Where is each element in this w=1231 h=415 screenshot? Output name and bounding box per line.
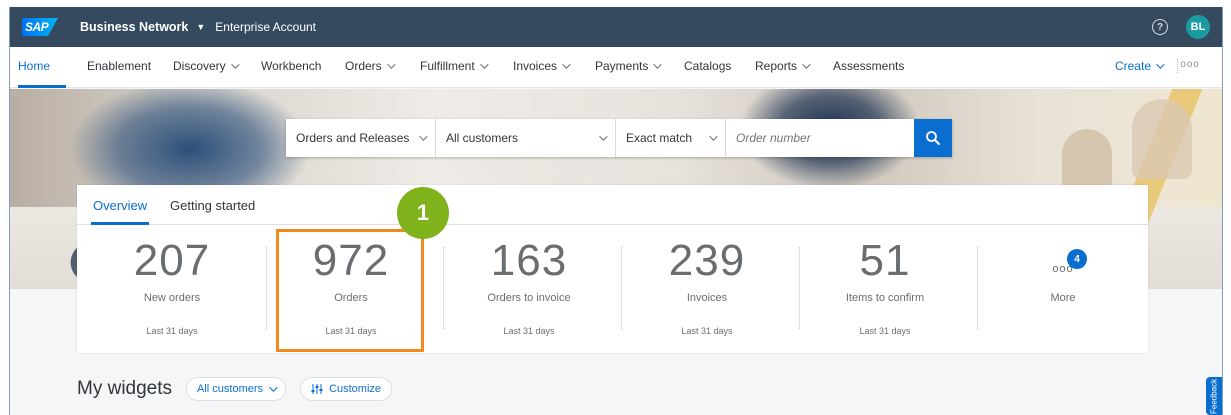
- caret-down-icon: ▼: [196, 22, 206, 32]
- chevron-down-icon: [709, 132, 718, 141]
- nav-enablement[interactable]: Enablement: [87, 59, 151, 73]
- nav-catalogs[interactable]: Catalogs: [684, 59, 731, 73]
- chevron-down-icon: [562, 60, 571, 69]
- chevron-down-icon: [1156, 60, 1165, 69]
- chevron-down-icon: [802, 60, 811, 69]
- tile-label: Items to confirm: [845, 292, 925, 304]
- nav-label: Catalogs: [684, 59, 732, 73]
- shell-bar: SAP Business Network ▼ Enterprise Accoun…: [10, 7, 1222, 47]
- nav-label: Workbench: [261, 59, 322, 73]
- tile-invoices[interactable]: 239 Invoices Last 31 days: [618, 237, 796, 347]
- tile-label: Orders to invoice: [487, 292, 571, 304]
- customer-value: All customers: [446, 131, 519, 145]
- tile-value: 239: [668, 236, 746, 285]
- match-value: Exact match: [626, 131, 693, 145]
- tab-active-indicator: [91, 222, 149, 225]
- tile-items-to-confirm[interactable]: 51 Items to confirm Last 31 days: [796, 237, 974, 347]
- search-type-value: Orders and Releases: [296, 131, 410, 145]
- more-icon-wrap: ooo 4: [974, 237, 1152, 285]
- match-select[interactable]: Exact match: [616, 119, 726, 157]
- order-number-input[interactable]: [726, 119, 914, 157]
- customer-select[interactable]: All customers: [436, 119, 616, 157]
- widgets-header: My widgets All customers Customize: [77, 377, 393, 401]
- tile-period: Last 31 days: [146, 326, 198, 336]
- toolbar-separator: [1177, 59, 1178, 73]
- sliders-icon: [311, 384, 323, 394]
- widgets-title: My widgets: [77, 378, 173, 399]
- tile-label: New orders: [143, 292, 201, 304]
- nav-reports[interactable]: Reports: [755, 59, 811, 73]
- search-bar: Orders and Releases All customers Exact …: [286, 119, 952, 157]
- chevron-down-icon: [269, 383, 278, 392]
- nav-discovery[interactable]: Discovery: [173, 59, 240, 73]
- step-number-badge: 1: [397, 187, 449, 239]
- notification-badge: 4: [1067, 249, 1087, 269]
- nav-label: Invoices: [513, 59, 558, 73]
- sap-logo[interactable]: SAP: [22, 18, 58, 36]
- product-switcher[interactable]: Business Network ▼: [80, 20, 205, 34]
- tab-overview[interactable]: Overview: [93, 198, 147, 213]
- orders-highlight-box: [276, 229, 424, 352]
- user-avatar[interactable]: BL: [1186, 15, 1210, 39]
- nav-active-indicator: [18, 85, 66, 88]
- tile-value: 51: [859, 236, 911, 285]
- nav-label: Home: [18, 59, 51, 73]
- more-options-icon[interactable]: ooo: [1180, 59, 1200, 70]
- chevron-down-icon: [230, 60, 240, 69]
- tile-label: Invoices: [686, 292, 728, 304]
- chevron-down-icon: [479, 60, 489, 69]
- chevron-down-icon: [419, 132, 428, 141]
- tile-orders-to-invoice[interactable]: 163 Orders to invoice Last 31 days: [440, 237, 618, 347]
- app-frame: SAP Business Network ▼ Enterprise Accoun…: [9, 7, 1223, 415]
- tile-period: Last 31 days: [503, 326, 555, 336]
- tile-more[interactable]: ooo 4 More: [974, 237, 1152, 347]
- search-button[interactable]: [914, 119, 952, 157]
- nav-label: Assessments: [833, 59, 905, 73]
- tile-value: 163: [490, 236, 568, 285]
- nav-workbench[interactable]: Workbench: [261, 59, 321, 73]
- nav-label: Payments: [595, 59, 649, 73]
- create-label: Create: [1114, 59, 1151, 73]
- overview-card: Overview Getting started 207 New orders …: [77, 185, 1148, 353]
- nav-label: Discovery: [173, 59, 226, 73]
- tile-value: 207: [133, 236, 211, 285]
- hero-lamp-bg: [1132, 99, 1192, 179]
- tile-label: More: [1050, 292, 1076, 304]
- nav-orders[interactable]: Orders: [345, 59, 396, 73]
- customize-label: Customize: [329, 383, 382, 395]
- nav-assessments[interactable]: Assessments: [833, 59, 904, 73]
- tile-new-orders[interactable]: 207 New orders Last 31 days: [83, 237, 261, 347]
- filter-label: All customers: [197, 383, 264, 395]
- main-nav: Home Enablement Discovery Workbench Orde…: [10, 47, 1222, 88]
- tab-getting-started[interactable]: Getting started: [170, 198, 255, 213]
- customize-button[interactable]: Customize: [300, 377, 393, 401]
- create-menu-button[interactable]: Create: [1114, 59, 1165, 73]
- chevron-down-icon: [386, 60, 396, 69]
- nav-label: Fulfillment: [420, 59, 475, 73]
- search-type-select[interactable]: Orders and Releases: [286, 119, 436, 157]
- chevron-down-icon: [653, 60, 663, 69]
- help-icon[interactable]: ?: [1152, 19, 1168, 35]
- nav-invoices[interactable]: Invoices: [513, 59, 571, 73]
- overview-tabs: Overview Getting started: [77, 185, 1148, 225]
- feedback-tab[interactable]: Feedback: [1206, 377, 1222, 415]
- account-name: Enterprise Account: [215, 20, 317, 34]
- chevron-down-icon: [599, 132, 608, 141]
- product-name: Business Network: [80, 20, 189, 34]
- widgets-customer-filter[interactable]: All customers: [186, 377, 287, 401]
- nav-fulfillment[interactable]: Fulfillment: [420, 59, 489, 73]
- nav-label: Orders: [345, 59, 382, 73]
- search-icon: [926, 131, 940, 145]
- nav-label: Reports: [755, 59, 798, 73]
- nav-payments[interactable]: Payments: [595, 59, 663, 73]
- nav-home[interactable]: Home: [18, 59, 50, 73]
- nav-label: Enablement: [87, 59, 152, 73]
- tile-period: Last 31 days: [859, 326, 911, 336]
- tile-period: Last 31 days: [681, 326, 733, 336]
- hero-lamp-bg: [1062, 129, 1112, 189]
